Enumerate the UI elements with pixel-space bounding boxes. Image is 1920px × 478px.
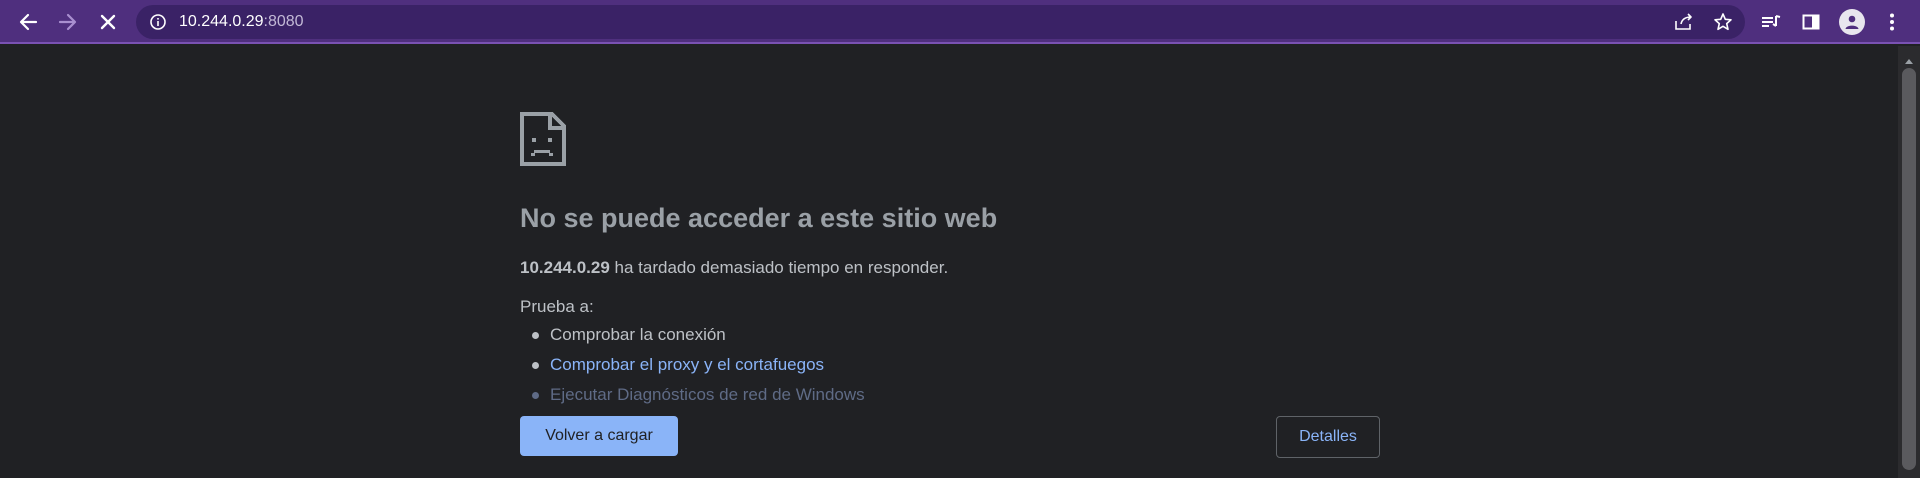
- stop-loading-icon[interactable]: [92, 6, 124, 38]
- bullet-icon: [532, 332, 539, 339]
- url-port: :8080: [263, 13, 304, 30]
- bullet-icon: [532, 362, 539, 369]
- error-heading: No se puede acceder a este sitio web: [520, 203, 998, 233]
- forward-arrow-icon[interactable]: [52, 6, 84, 38]
- reading-list-icon[interactable]: [1755, 6, 1787, 38]
- suggestion-check-connection: Comprobar la conexión: [550, 325, 726, 344]
- browser-toolbar: 10.244.0.29:8080: [0, 0, 1920, 44]
- kebab-menu-icon[interactable]: [1876, 6, 1908, 38]
- error-description: 10.244.0.29 ha tardado demasiado tiempo …: [520, 258, 948, 278]
- try-label: Prueba a:: [520, 297, 594, 316]
- back-arrow-icon[interactable]: [12, 6, 44, 38]
- scrollbar[interactable]: [1898, 46, 1920, 478]
- sad-document-icon: [520, 112, 566, 171]
- error-message: ha tardado demasiado tiempo en responder…: [614, 258, 949, 277]
- suggestion-check-proxy-link[interactable]: Comprobar el proxy y el cortafuegos: [550, 355, 824, 374]
- error-host: 10.244.0.29: [520, 258, 610, 277]
- suggestion-run-diagnostics-link[interactable]: Ejecutar Diagnósticos de red de Windows: [550, 385, 865, 404]
- side-panel-icon[interactable]: [1795, 6, 1827, 38]
- details-button[interactable]: Detalles: [1276, 416, 1380, 458]
- url-text[interactable]: 10.244.0.29:8080: [179, 13, 304, 31]
- suggestion-item: Comprobar el proxy y el cortafuegos: [532, 355, 824, 375]
- page-content: [0, 46, 1898, 478]
- share-icon[interactable]: [1673, 12, 1695, 37]
- profile-avatar-icon[interactable]: [1839, 9, 1865, 35]
- url-host: 10.244.0.29: [179, 13, 264, 30]
- reload-button[interactable]: Volver a cargar: [520, 416, 678, 456]
- star-icon[interactable]: [1713, 12, 1733, 37]
- address-bar[interactable]: 10.244.0.29:8080: [136, 5, 1745, 39]
- info-icon[interactable]: [148, 12, 168, 32]
- suggestion-item: Ejecutar Diagnósticos de red de Windows: [532, 385, 865, 405]
- bullet-icon: [532, 392, 539, 399]
- scrollbar-thumb[interactable]: [1902, 68, 1916, 470]
- suggestion-item: Comprobar la conexión: [532, 325, 726, 345]
